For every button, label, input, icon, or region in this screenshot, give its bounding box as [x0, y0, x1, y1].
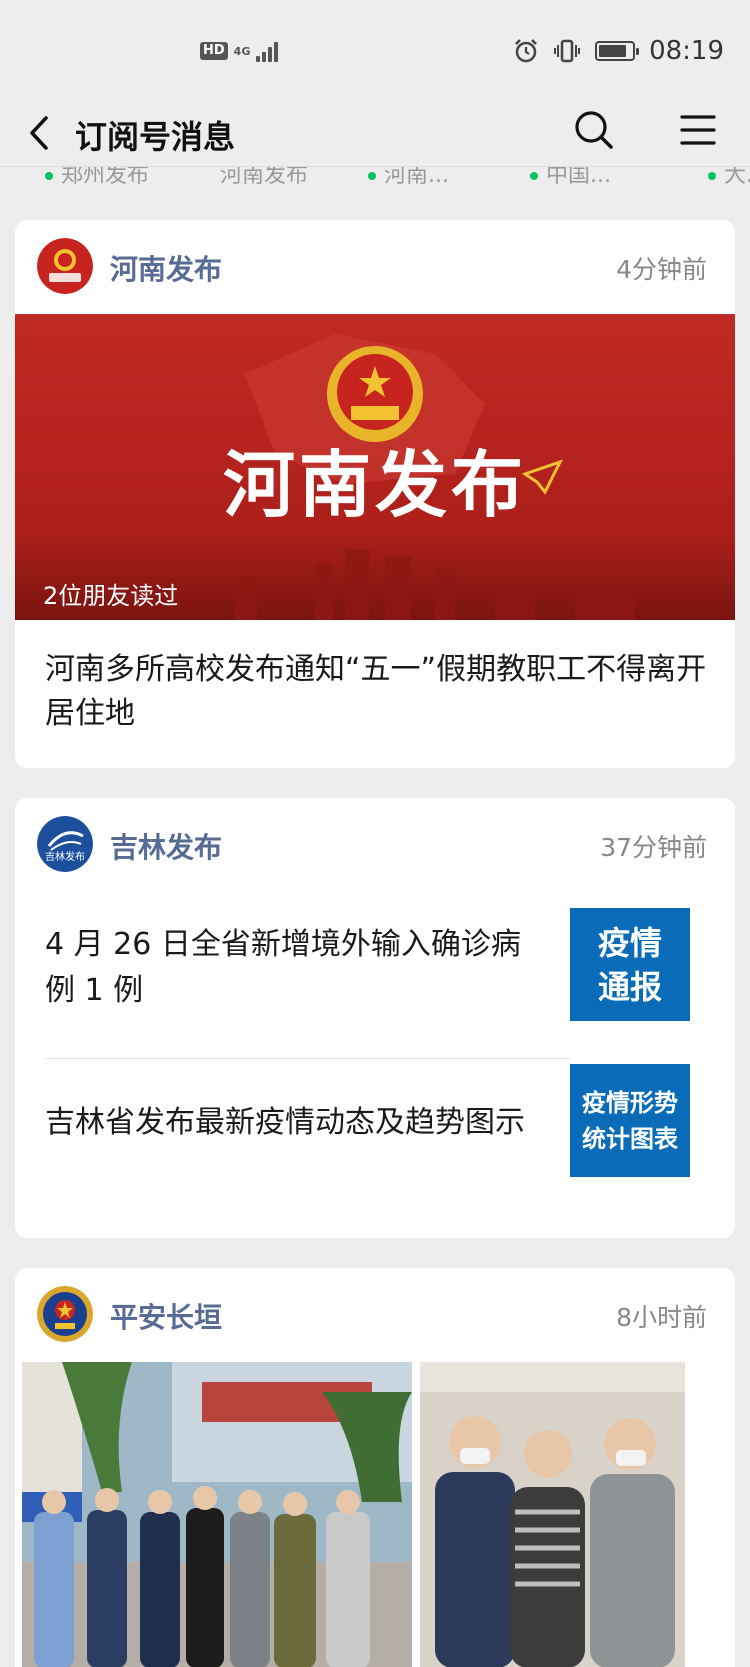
clock: 08:19 [649, 36, 724, 66]
post-time: 4分钟前 [616, 255, 707, 284]
article-card[interactable]: 河南发布 4分钟前 河南发布 2位朋友读过 河南多所高校发布通知“五一”假期教职… [15, 220, 735, 768]
account-name[interactable]: 平安长垣 [110, 1296, 222, 1336]
vibrate-icon [554, 39, 581, 63]
article-card[interactable]: 平安长垣 8小时前 [15, 1268, 735, 1667]
article-photo[interactable] [420, 1362, 685, 1667]
menu-icon[interactable] [678, 108, 718, 152]
recent-account-item[interactable]: 河南... [368, 167, 449, 188]
search-icon[interactable] [572, 108, 616, 152]
system-indicators: 08:19 [513, 36, 724, 66]
signal-icon [256, 40, 279, 62]
account-name[interactable]: 河南发布 [110, 248, 222, 288]
network-indicators: HD 4G [200, 40, 279, 62]
status-bar: HD 4G 08:19 [0, 0, 750, 100]
recent-account-item[interactable]: 中国... [530, 167, 611, 188]
card-header[interactable]: 河南发布 4分钟前 [15, 220, 735, 314]
page-title: 订阅号消息 [75, 118, 236, 156]
article-title[interactable]: 4 月 26 日全省新增境外输入确诊病例 1 例 [45, 922, 545, 1014]
article-title[interactable]: 河南多所高校发布通知“五一”假期教职工不得离开居住地 [45, 648, 725, 736]
nav-bar: 订阅号消息 [0, 100, 750, 166]
recent-accounts-strip[interactable]: 郑州发布 河南发布 河南... 中国... 大... [0, 166, 750, 188]
article-card[interactable]: 吉林发布 吉林发布 37分钟前 4 月 26 日全省新增境外输入确诊病例 1 例… [15, 798, 735, 1238]
battery-icon [595, 41, 640, 61]
card-header[interactable]: 吉林发布 吉林发布 37分钟前 [15, 798, 735, 892]
police-badge-icon [37, 1286, 93, 1342]
jilin-logo-icon [37, 816, 93, 872]
alarm-icon [515, 39, 537, 63]
post-time: 37分钟前 [600, 833, 707, 862]
account-avatar[interactable] [37, 1286, 93, 1342]
account-avatar[interactable]: 吉林发布 [37, 816, 93, 872]
avatar-caption: 吉林发布 [45, 852, 85, 863]
article-thumbnail[interactable]: 疫情 通报 [570, 908, 690, 1021]
henan-emblem-icon [37, 238, 93, 294]
article-title[interactable]: 吉林省发布最新疫情动态及趋势图示 [45, 1100, 565, 1146]
account-name[interactable]: 吉林发布 [110, 826, 222, 866]
group-photo-illustration [22, 1362, 412, 1667]
hd-badge: HD [200, 42, 228, 60]
recent-account-item[interactable]: 大... [708, 167, 750, 188]
recent-account-item[interactable]: 河南发布 [220, 167, 308, 188]
banner-title: 河南发布 [222, 443, 527, 527]
article-cover-image[interactable]: 河南发布 2位朋友读过 [15, 314, 735, 620]
post-time: 8小时前 [616, 1303, 707, 1332]
recent-account-item[interactable]: 郑州发布 [45, 167, 149, 188]
divider [45, 1058, 570, 1059]
card-header[interactable]: 平安长垣 8小时前 [15, 1268, 735, 1362]
friends-read-label: 2位朋友读过 [43, 582, 179, 610]
account-avatar[interactable] [37, 238, 93, 294]
network-type: 4G [233, 44, 251, 58]
arrest-photo-illustration [420, 1362, 685, 1667]
back-arrow-icon[interactable] [22, 110, 62, 156]
article-thumbnail[interactable]: 疫情形势 统计图表 [570, 1064, 690, 1177]
article-photo[interactable] [22, 1362, 412, 1667]
